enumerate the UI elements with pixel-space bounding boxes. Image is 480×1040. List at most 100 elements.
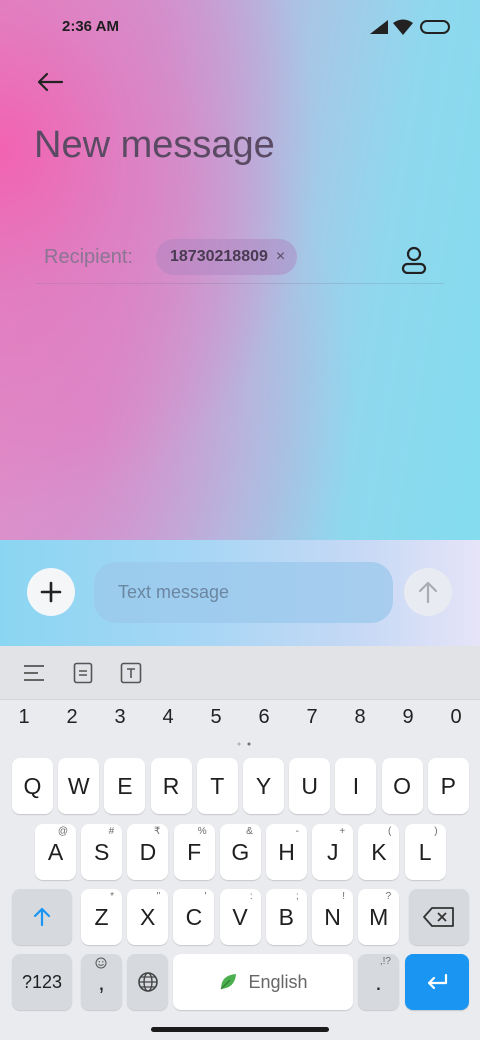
- key-i[interactable]: I: [335, 758, 377, 814]
- key-i-label: I: [352, 772, 360, 799]
- key-p[interactable]: P: [427, 758, 469, 814]
- person-icon: [401, 246, 427, 274]
- number-key-2[interactable]: 2: [52, 706, 92, 729]
- number-key-5[interactable]: 5: [196, 706, 236, 729]
- status-bar: 2:36 AM: [0, 0, 480, 56]
- composer-bar: Text message: [0, 540, 480, 646]
- key-c[interactable]: C ': [173, 889, 215, 945]
- key-t-label: T: [210, 772, 225, 799]
- arrow-left-icon: [37, 72, 64, 92]
- symbols-key-label: ?123: [21, 971, 63, 992]
- key-p-label: P: [440, 772, 456, 799]
- key-b-label: B: [278, 903, 294, 930]
- period-key-label: .: [375, 968, 382, 995]
- add-contact-button[interactable]: [396, 242, 432, 278]
- period-key-hint: ,!?: [379, 956, 391, 967]
- recipient-label: Recipient:: [44, 246, 133, 268]
- recipient-field[interactable]: Recipient: 18730218809 ×: [36, 236, 444, 284]
- key-a-label: A: [47, 838, 64, 865]
- key-l[interactable]: L): [404, 824, 446, 880]
- number-key-1[interactable]: 1: [4, 706, 44, 729]
- key-q-label: Q: [23, 772, 42, 799]
- key-y[interactable]: Y: [243, 758, 284, 814]
- clipboard-icon[interactable]: [70, 660, 96, 686]
- key-j-label: J: [326, 838, 339, 865]
- number-key-8[interactable]: 8: [340, 706, 380, 729]
- key-a[interactable]: A @: [35, 824, 76, 880]
- keyboard: 1234567890 Q W E R T Y U I O P A @ S # D ₹ F% G & H - J + K(L) Z…: [0, 646, 480, 1040]
- key-d[interactable]: D ₹: [127, 824, 169, 880]
- recipient-chip[interactable]: 18730218809 ×: [156, 239, 298, 275]
- wifi-icon: [393, 19, 413, 35]
- number-key-3[interactable]: 3: [100, 706, 140, 729]
- comma-key[interactable]: ,: [81, 954, 122, 1010]
- number-key-6[interactable]: 6: [244, 706, 284, 729]
- key-z-hint: *: [110, 891, 114, 902]
- text-align-icon[interactable]: [21, 660, 47, 686]
- key-j[interactable]: J +: [312, 824, 354, 880]
- key-t[interactable]: T: [196, 758, 238, 814]
- key-n-label: N: [324, 903, 341, 930]
- key-h-hint: -: [295, 826, 299, 837]
- home-indicator[interactable]: [151, 1027, 329, 1032]
- key-b[interactable]: B;: [265, 889, 307, 945]
- number-key-7[interactable]: 7: [292, 706, 332, 729]
- recipient-chip-number: 18730218809: [170, 248, 268, 265]
- key-l-hint: ): [434, 826, 438, 837]
- period-key[interactable]: .,!?: [358, 954, 399, 1010]
- text-format-icon[interactable]: [118, 660, 144, 686]
- key-g-hint: &: [246, 826, 253, 837]
- enter-key[interactable]: [405, 954, 469, 1010]
- key-h[interactable]: H-: [266, 824, 307, 880]
- key-c-hint: ': [204, 891, 207, 902]
- shift-arrow-icon: [33, 907, 51, 927]
- status-time: 2:36 AM: [62, 18, 119, 35]
- key-o[interactable]: O: [381, 758, 423, 814]
- key-r[interactable]: R: [150, 758, 192, 814]
- key-e[interactable]: E: [104, 758, 146, 814]
- attach-button[interactable]: [27, 568, 75, 616]
- key-s-label: S: [94, 838, 110, 865]
- space-key-label: English: [248, 971, 308, 992]
- enter-icon: [427, 973, 448, 990]
- key-y-label: Y: [255, 772, 272, 799]
- emoji-hint-icon: [95, 957, 107, 972]
- globe-icon: [137, 972, 158, 992]
- back-button[interactable]: [30, 62, 70, 102]
- key-k[interactable]: K(: [358, 824, 400, 880]
- number-key-9[interactable]: 9: [388, 706, 428, 729]
- key-u[interactable]: U: [289, 758, 331, 814]
- key-g[interactable]: G &: [219, 824, 261, 880]
- cellular-signal-icon: [370, 20, 388, 34]
- key-k-label: K: [371, 838, 387, 865]
- number-row: 1234567890: [0, 706, 480, 742]
- key-m-label: M: [369, 903, 389, 930]
- key-z[interactable]: Z *: [81, 889, 122, 945]
- key-s[interactable]: S #: [81, 824, 123, 880]
- arrow-up-icon: [418, 581, 438, 604]
- key-h-label: H: [278, 838, 295, 865]
- key-b-hint: ;: [296, 891, 299, 902]
- key-v[interactable]: V:: [219, 889, 261, 945]
- key-u-label: U: [301, 772, 318, 799]
- key-x[interactable]: X ": [127, 889, 169, 945]
- key-f[interactable]: F%: [173, 824, 215, 880]
- language-key[interactable]: [127, 954, 168, 1010]
- key-q[interactable]: Q: [12, 758, 53, 814]
- key-w[interactable]: W: [58, 758, 100, 814]
- number-key-0[interactable]: 0: [436, 706, 476, 729]
- key-n[interactable]: N!: [312, 889, 353, 945]
- number-key-4[interactable]: 4: [148, 706, 188, 729]
- chip-close-icon[interactable]: ×: [276, 248, 285, 266]
- key-m[interactable]: M?: [358, 889, 400, 945]
- send-button[interactable]: [404, 568, 452, 616]
- symbols-key[interactable]: ?123: [12, 954, 72, 1010]
- message-input[interactable]: Text message: [94, 562, 393, 623]
- shift-key[interactable]: [12, 889, 72, 945]
- backspace-icon: [423, 907, 454, 927]
- leaf-icon: [221, 974, 237, 990]
- key-v-hint: :: [249, 891, 253, 902]
- space-key[interactable]: English: [173, 954, 353, 1010]
- backspace-key[interactable]: [409, 889, 469, 945]
- page-title: New message: [34, 124, 275, 166]
